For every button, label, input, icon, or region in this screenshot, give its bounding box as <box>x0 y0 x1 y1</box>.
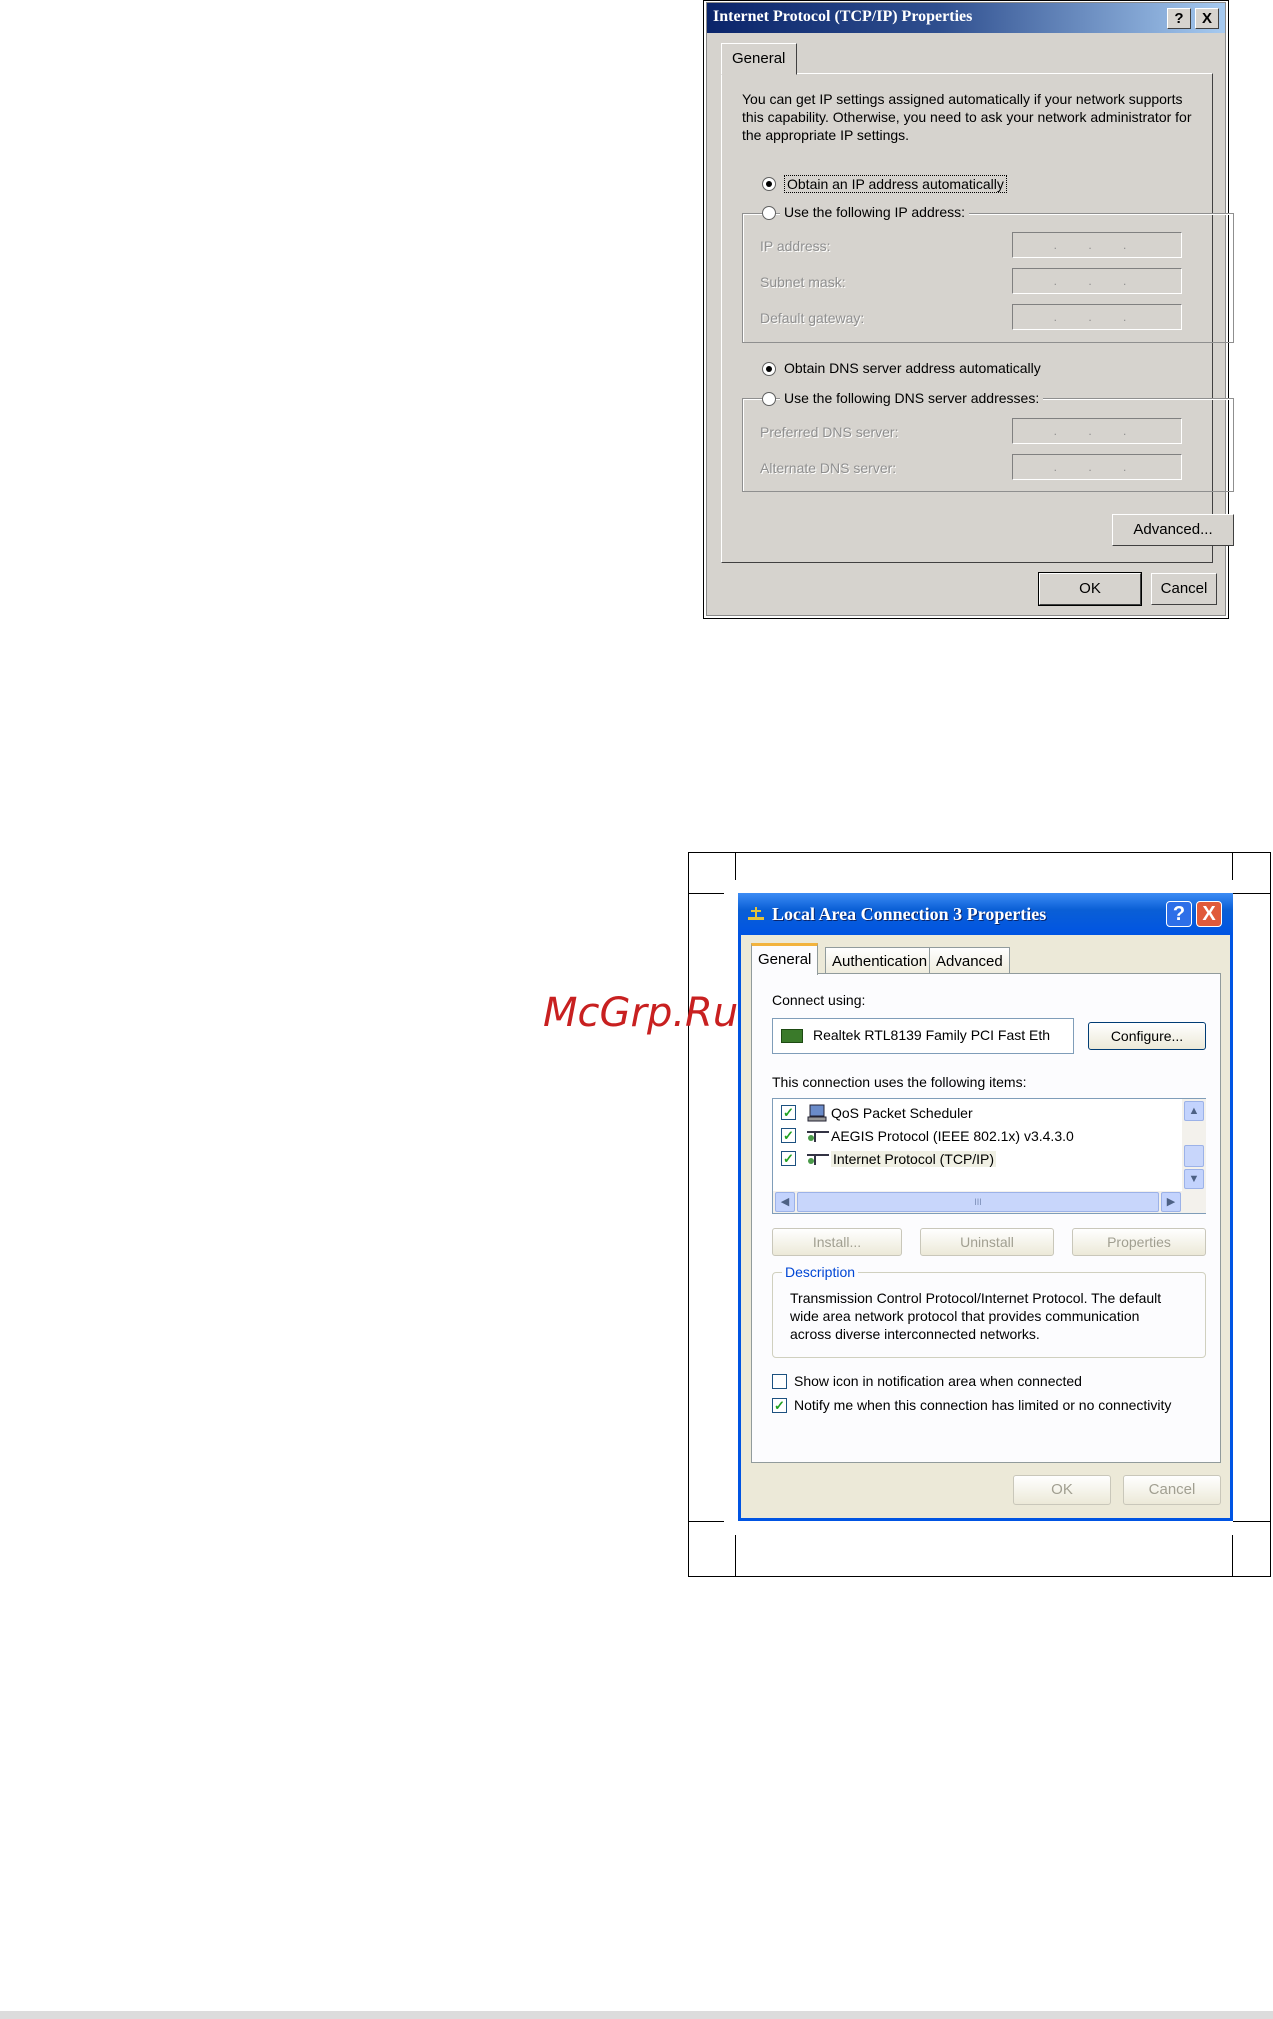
crop-mark <box>688 893 724 894</box>
general-panel: You can get IP settings assigned automat… <box>721 73 1234 563</box>
alternate-dns-label: Alternate DNS server: <box>760 460 897 476</box>
use-dns-label[interactable]: Use the following DNS server addresses: <box>780 390 1044 406</box>
tcpip-properties-dialog: Internet Protocol (TCP/IP) Properties ? … <box>706 2 1234 616</box>
components-list[interactable]: ✓ QoS Packet Scheduler ✓ AEGIS Protocol … <box>772 1098 1206 1214</box>
item-label: QoS Packet Scheduler <box>831 1105 973 1121</box>
ok-button[interactable]: OK <box>1013 1475 1111 1505</box>
protocol-icon <box>807 1131 829 1142</box>
item-label-selected: Internet Protocol (TCP/IP) <box>831 1151 997 1167</box>
intro-text-line1: You can get IP settings assigned automat… <box>742 91 1183 107</box>
scroll-left-icon[interactable]: ◀ <box>775 1192 795 1212</box>
default-gateway-label: Default gateway: <box>760 310 865 326</box>
list-item[interactable]: ✓ QoS Packet Scheduler <box>781 1103 1181 1125</box>
obtain-ip-label[interactable]: Obtain an IP address automatically <box>784 175 1007 193</box>
close-button[interactable]: X <box>1196 901 1222 927</box>
properties-button[interactable]: Properties <box>1072 1228 1206 1256</box>
advanced-button[interactable]: Advanced... <box>1112 514 1234 546</box>
crop-mark <box>735 852 736 880</box>
alternate-dns-field[interactable]: . . . <box>1012 454 1182 480</box>
uninstall-button[interactable]: Uninstall <box>920 1228 1054 1256</box>
connect-using-label: Connect using: <box>772 992 866 1008</box>
general-panel: Connect using: Realtek RTL8139 Family PC… <box>751 973 1221 1463</box>
notify-label[interactable]: Notify me when this connection has limit… <box>794 1397 1171 1413</box>
subnet-mask-label: Subnet mask: <box>760 274 846 290</box>
help-icon: ? <box>1172 903 1186 925</box>
scroll-thumb-horizontal[interactable]: III <box>797 1192 1159 1212</box>
watermark-text: McGrp.Ru <box>543 990 739 1036</box>
horizontal-scrollbar[interactable]: ◀ III ▶ <box>773 1191 1206 1213</box>
install-button[interactable]: Install... <box>772 1228 902 1256</box>
list-item[interactable]: ✓ Internet Protocol (TCP/IP) <box>781 1149 1181 1171</box>
item-checkbox[interactable]: ✓ <box>781 1105 796 1120</box>
help-icon: ? <box>1174 10 1184 27</box>
protocol-icon <box>807 1154 829 1165</box>
preferred-dns-label: Preferred DNS server: <box>760 424 899 440</box>
use-ip-radio[interactable] <box>762 206 776 220</box>
item-checkbox[interactable]: ✓ <box>781 1151 796 1166</box>
list-item[interactable]: ✓ AEGIS Protocol (IEEE 802.1x) v3.4.3.0 <box>781 1126 1181 1148</box>
item-checkbox[interactable]: ✓ <box>781 1128 796 1143</box>
title-bar[interactable]: Internet Protocol (TCP/IP) Properties ? … <box>707 3 1225 33</box>
description-legend: Description <box>782 1264 859 1280</box>
scroll-right-icon[interactable]: ▶ <box>1161 1192 1181 1212</box>
obtain-dns-label[interactable]: Obtain DNS server address automatically <box>784 360 1041 376</box>
description-line3: across diverse interconnected networks. <box>790 1326 1040 1342</box>
adapter-name: Realtek RTL8139 Family PCI Fast Eth <box>813 1027 1051 1043</box>
scheduler-icon <box>807 1104 827 1122</box>
title-bar[interactable]: Local Area Connection 3 Properties ? X <box>738 893 1233 935</box>
default-gateway-field[interactable]: . . . <box>1012 304 1182 330</box>
lan-connection-properties-dialog: Local Area Connection 3 Properties ? X G… <box>738 893 1233 1521</box>
crop-mark <box>1233 1521 1271 1522</box>
ok-button[interactable]: OK <box>1038 572 1142 606</box>
item-label: AEGIS Protocol (IEEE 802.1x) v3.4.3.0 <box>831 1128 1074 1144</box>
help-button[interactable]: ? <box>1166 901 1192 927</box>
subnet-mask-field[interactable]: . . . <box>1012 268 1182 294</box>
ip-address-label: IP address: <box>760 238 831 254</box>
page-footer-bar <box>0 2011 1273 2019</box>
tab-general[interactable]: General <box>751 943 819 975</box>
scroll-thumb[interactable] <box>1184 1145 1204 1167</box>
tab-general[interactable]: General <box>721 43 797 75</box>
scroll-down-icon[interactable]: ▼ <box>1184 1169 1204 1189</box>
window-title: Internet Protocol (TCP/IP) Properties <box>713 8 973 25</box>
cancel-button[interactable]: Cancel <box>1123 1475 1221 1505</box>
close-icon: X <box>1202 903 1216 925</box>
network-card-icon <box>781 1029 803 1043</box>
ip-address-field[interactable]: . . . <box>1012 232 1182 258</box>
show-icon-checkbox[interactable] <box>772 1374 787 1389</box>
cancel-button[interactable]: Cancel <box>1151 573 1217 605</box>
configure-button[interactable]: Configure... <box>1088 1022 1206 1050</box>
show-icon-label[interactable]: Show icon in notification area when conn… <box>794 1373 1082 1389</box>
scroll-up-icon[interactable]: ▲ <box>1184 1101 1204 1121</box>
list-viewport: ✓ QoS Packet Scheduler ✓ AEGIS Protocol … <box>773 1099 1181 1189</box>
crop-mark <box>1232 852 1233 880</box>
notify-checkbox[interactable]: ✓ <box>772 1398 787 1413</box>
tab-label: General <box>732 50 786 67</box>
vertical-scrollbar[interactable]: ▲ ▼ <box>1182 1099 1206 1191</box>
intro-text-line2: this capability. Otherwise, you need to … <box>742 109 1192 125</box>
description-line2: wide area network protocol that provides… <box>790 1308 1140 1324</box>
obtain-dns-radio[interactable] <box>762 362 776 376</box>
obtain-ip-radio[interactable] <box>762 177 776 191</box>
help-button[interactable]: ? <box>1167 8 1191 29</box>
close-button[interactable]: X <box>1195 8 1219 29</box>
crop-mark <box>1233 893 1271 894</box>
window-title: Local Area Connection 3 Properties <box>772 904 1047 924</box>
adapter-field[interactable]: Realtek RTL8139 Family PCI Fast Eth <box>772 1018 1074 1054</box>
crop-mark <box>735 1535 736 1577</box>
close-icon: X <box>1201 10 1212 27</box>
network-connection-icon <box>746 905 766 923</box>
intro-text-line3: the appropriate IP settings. <box>742 127 910 143</box>
crop-mark <box>1232 1535 1233 1577</box>
description-line1: Transmission Control Protocol/Internet P… <box>790 1290 1162 1306</box>
use-ip-label[interactable]: Use the following IP address: <box>780 204 970 220</box>
items-label: This connection uses the following items… <box>772 1074 1027 1090</box>
preferred-dns-field[interactable]: . . . <box>1012 418 1182 444</box>
crop-mark <box>688 1521 724 1522</box>
use-dns-radio[interactable] <box>762 392 776 406</box>
